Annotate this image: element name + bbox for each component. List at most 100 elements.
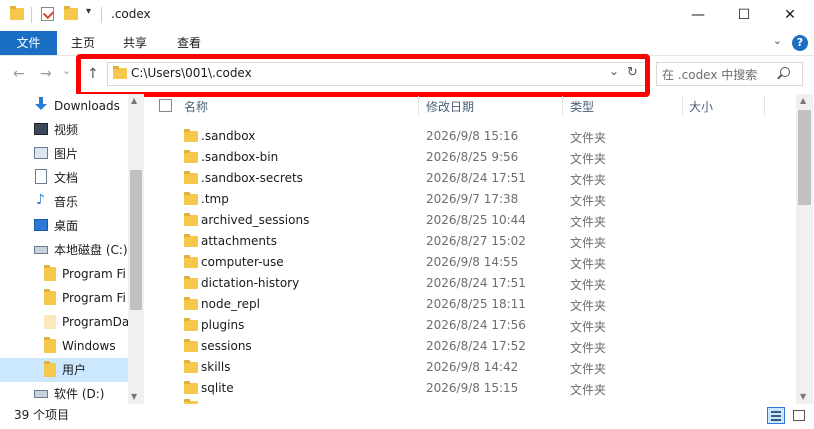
sidebar-item-videos[interactable]: 视频 — [0, 118, 128, 142]
sidebar-item-program-files-x86[interactable]: Program Fi — [0, 286, 128, 310]
file-type: 文件夹 — [570, 131, 607, 145]
file-date: 2026/8/27 15:02 — [426, 234, 526, 248]
folder-icon — [44, 337, 56, 353]
search-icon[interactable] — [777, 67, 790, 80]
table-row[interactable]: dictation-history 2026/8/24 17:51 文件夹 — [152, 273, 795, 294]
file-type: 文件夹 — [570, 278, 607, 292]
sidebar-item-users[interactable]: 用户 — [0, 358, 128, 382]
column-divider[interactable] — [562, 96, 563, 116]
folder-icon — [44, 361, 56, 377]
table-row[interactable]: .sandbox 2026/9/8 15:16 文件夹 — [152, 126, 795, 147]
sidebar-item-downloads[interactable]: Downloads — [0, 94, 128, 118]
new-folder-icon[interactable] — [64, 6, 78, 20]
column-header-date[interactable]: 修改日期 — [426, 98, 474, 115]
sidebar-item-label: 桌面 — [54, 219, 79, 233]
scroll-up-icon[interactable]: ▲ — [131, 96, 137, 105]
column-divider[interactable] — [764, 96, 765, 116]
file-name: skills — [201, 360, 231, 374]
file-list-scrollbar-thumb[interactable] — [798, 110, 811, 205]
folder-icon — [184, 171, 198, 184]
sidebar-item-label: 文档 — [54, 171, 79, 185]
file-type: 文件夹 — [570, 236, 607, 250]
table-row[interactable]: attachments 2026/8/27 15:02 文件夹 — [152, 231, 795, 252]
customize-quick-access-icon[interactable]: ▾ — [86, 6, 91, 17]
documents-icon — [35, 169, 47, 184]
select-all-checkbox[interactable] — [159, 99, 172, 112]
folder-icon — [10, 6, 24, 20]
table-row[interactable]: node_repl 2026/8/25 18:11 文件夹 — [152, 294, 795, 315]
close-button[interactable]: ✕ — [767, 0, 813, 31]
sidebar-item-drive-d[interactable]: 软件 (D:) — [0, 382, 128, 406]
scroll-down-icon[interactable]: ▼ — [800, 392, 806, 401]
navigation-pane: Downloads 视频 图片 文档 ♪ 音乐 桌面 本地磁盘 (C:) Pro… — [0, 94, 144, 404]
table-row[interactable]: .tmp 2026/9/7 17:38 文件夹 — [152, 189, 795, 210]
sidebar-item-label: 用户 — [62, 363, 87, 377]
tab-file[interactable]: 文件 — [0, 31, 57, 55]
table-row[interactable]: sessions 2026/8/24 17:52 文件夹 — [152, 336, 795, 357]
sidebar-item-programdata[interactable]: ProgramDa — [0, 310, 128, 334]
music-icon: ♪ — [36, 192, 45, 208]
folder-icon — [44, 315, 56, 329]
table-row[interactable]: .sandbox-bin 2026/8/25 9:56 文件夹 — [152, 147, 795, 168]
column-header-type[interactable]: 类型 — [570, 98, 594, 115]
scroll-up-icon[interactable]: ▲ — [800, 96, 806, 105]
folder-icon — [184, 129, 198, 142]
sidebar-item-documents[interactable]: 文档 — [0, 166, 128, 190]
column-divider[interactable] — [682, 96, 683, 116]
folder-icon — [184, 360, 198, 373]
table-row[interactable]: .sandbox-secrets 2026/8/24 17:51 文件夹 — [152, 168, 795, 189]
folder-icon — [184, 150, 198, 163]
sidebar-item-pictures[interactable]: 图片 — [0, 142, 128, 166]
folder-icon — [184, 381, 198, 394]
folder-icon — [184, 192, 198, 205]
maximize-button[interactable]: ☐ — [721, 0, 767, 31]
column-divider[interactable] — [418, 96, 419, 116]
large-icons-view-icon[interactable] — [790, 407, 808, 424]
folder-icon — [184, 297, 198, 310]
scroll-down-icon[interactable]: ▼ — [131, 392, 137, 401]
sidebar-item-label: Program Fi — [62, 291, 126, 305]
pictures-icon — [34, 147, 48, 159]
sidebar-item-label: 本地磁盘 (C:) — [54, 243, 128, 257]
table-row[interactable]: archived_sessions 2026/8/25 10:44 文件夹 — [152, 210, 795, 231]
table-row[interactable]: sqlite 2026/9/8 15:15 文件夹 — [152, 378, 795, 399]
sidebar-item-windows[interactable]: Windows — [0, 334, 128, 358]
file-date: 2026/8/25 9:56 — [426, 150, 519, 164]
minimize-button[interactable]: — — [675, 0, 721, 31]
table-row[interactable]: computer-use 2026/9/8 14:55 文件夹 — [152, 252, 795, 273]
ribbon-tabs: 文件 主页 共享 查看 ⌄ ? — [0, 31, 814, 56]
file-name: archived_sessions — [201, 213, 310, 227]
tab-share[interactable]: 共享 — [123, 31, 147, 55]
download-arrow-icon — [34, 97, 48, 112]
column-header-name[interactable]: 名称 — [184, 98, 208, 115]
file-name: plugins — [201, 318, 245, 332]
column-header-size[interactable]: 大小 — [689, 98, 713, 115]
help-icon[interactable]: ? — [792, 35, 808, 51]
properties-icon[interactable] — [41, 7, 55, 21]
drive-icon — [34, 390, 48, 398]
sidebar-item-desktop[interactable]: 桌面 — [0, 214, 128, 238]
folder-icon — [184, 339, 198, 352]
sidebar-item-drive-c[interactable]: 本地磁盘 (C:) — [0, 238, 128, 262]
tab-view[interactable]: 查看 — [177, 31, 201, 55]
tab-home[interactable]: 主页 — [71, 31, 95, 55]
file-name: .sandbox-secrets — [201, 171, 303, 185]
back-arrow-icon[interactable]: ← — [13, 66, 25, 82]
forward-arrow-icon[interactable]: → — [40, 66, 52, 82]
recent-locations-icon[interactable]: ⌄ — [62, 64, 71, 77]
sidebar-item-music[interactable]: ♪ 音乐 — [0, 190, 128, 214]
file-type: 文件夹 — [570, 362, 607, 376]
file-name: sqlite — [201, 381, 234, 395]
search-placeholder: 在 .codex 中搜索 — [662, 68, 758, 82]
file-name: computer-use — [201, 255, 284, 269]
file-type: 文件夹 — [570, 194, 607, 208]
table-row[interactable]: skills 2026/9/8 14:42 文件夹 — [152, 357, 795, 378]
ribbon-expand-icon[interactable]: ⌄ — [773, 34, 782, 47]
table-row[interactable]: plugins 2026/8/24 17:56 文件夹 — [152, 315, 795, 336]
file-date: 2026/8/25 10:44 — [426, 213, 526, 227]
file-name: node_repl — [201, 297, 260, 311]
details-view-icon[interactable] — [767, 407, 785, 424]
sidebar-scrollbar-thumb[interactable] — [130, 170, 142, 310]
sidebar-item-program-files[interactable]: Program Fi — [0, 262, 128, 286]
separator — [101, 7, 102, 23]
